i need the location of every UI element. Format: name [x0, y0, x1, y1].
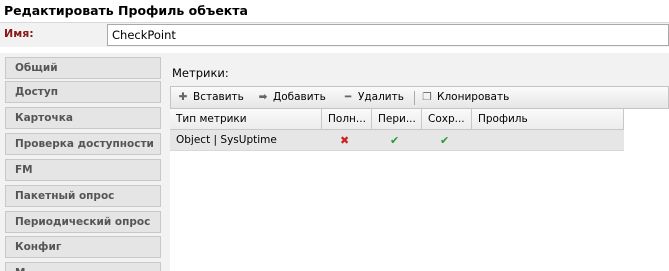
name-label: Имя: [4, 27, 34, 40]
tab-availability[interactable]: Проверка доступности [5, 133, 161, 155]
plus-icon: ✚ [178, 91, 188, 103]
check-icon: ✔ [390, 134, 400, 147]
toolbar-separator [414, 91, 415, 105]
name-row: Имя: CheckPoint [0, 23, 669, 47]
tab-config[interactable]: Конфиг [5, 236, 161, 258]
column-header-full[interactable]: Полн... [322, 109, 372, 130]
metrics-label: Метрики: [172, 66, 229, 80]
add-button[interactable]: ➡ Добавить [256, 87, 326, 108]
tab-list: Общий Доступ Карточка Проверка доступнос… [0, 53, 164, 271]
table-cell-saved[interactable]: ✔ [422, 130, 472, 151]
tab-batch-poll[interactable]: Пакетный опрос [5, 185, 161, 207]
table-row-metric-type[interactable]: Object | SysUptime [170, 130, 322, 151]
insert-label: Вставить [193, 91, 244, 103]
minus-icon: ━ [344, 91, 352, 103]
arrow-in-icon: ➡ [258, 91, 268, 103]
column-header-profile[interactable]: Профиль [472, 109, 624, 130]
insert-button[interactable]: ✚ Вставить [176, 87, 244, 108]
clone-label: Клонировать [437, 91, 510, 103]
column-header-saved[interactable]: Сохр... [422, 109, 472, 130]
cross-icon: ✖ [340, 134, 350, 147]
name-input[interactable]: CheckPoint [107, 24, 669, 46]
dialog-title: Редактировать Профиль объекта [0, 0, 669, 23]
tab-card[interactable]: Карточка [5, 107, 161, 129]
delete-label: Удалить [358, 91, 404, 103]
metrics-grid: Тип метрики Полн... Пери... Сохр... Проф… [170, 109, 669, 271]
add-label: Добавить [273, 91, 326, 103]
tab-metrics[interactable]: М... [5, 262, 161, 271]
metrics-toolbar: ✚ Вставить ➡ Добавить ━ Удалить ❐ Клонироват… [170, 86, 669, 109]
check-icon: ✔ [440, 134, 450, 147]
tab-fm[interactable]: FM [5, 159, 161, 181]
tab-access[interactable]: Доступ [5, 81, 161, 103]
tab-periodic-poll[interactable]: Периодический опрос [5, 211, 161, 233]
table-cell-periodic[interactable]: ✔ [372, 130, 422, 151]
clone-button[interactable]: ❐ Клонировать [420, 87, 509, 108]
column-header-metric-type[interactable]: Тип метрики [170, 109, 322, 130]
delete-button[interactable]: ━ Удалить [341, 87, 404, 108]
table-cell-profile[interactable] [472, 130, 624, 151]
column-header-periodic[interactable]: Пери... [372, 109, 422, 130]
metrics-panel: Метрики: ✚ Вставить ➡ Добавить ━ Удалить ❐ К… [164, 53, 669, 271]
table-cell-full[interactable]: ✖ [322, 130, 372, 151]
copy-icon: ❐ [422, 91, 432, 103]
tab-general[interactable]: Общий [5, 57, 161, 79]
